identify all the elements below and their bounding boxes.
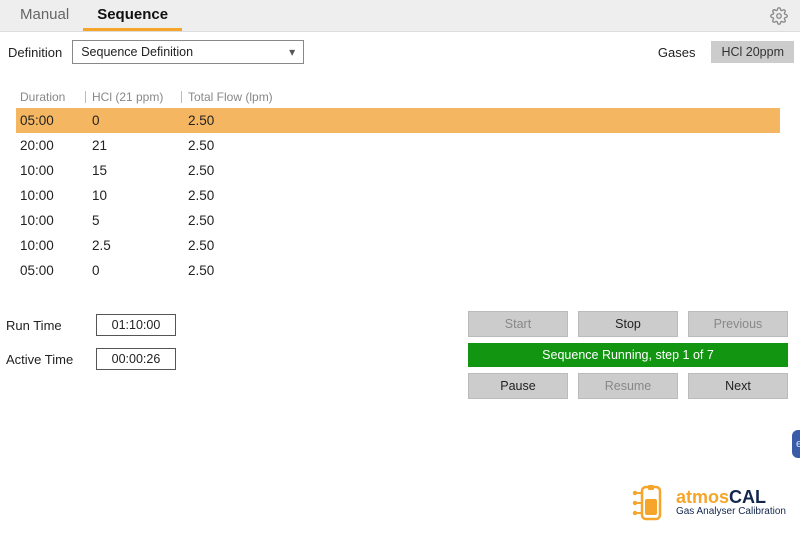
cell-hcl: 15: [92, 163, 188, 178]
cell-duration: 10:00: [16, 238, 92, 253]
tab-manual[interactable]: Manual: [6, 0, 83, 31]
cell-flow: 2.50: [188, 163, 298, 178]
resume-button[interactable]: Resume: [578, 373, 678, 399]
status-bar: Sequence Running, step 1 of 7: [468, 343, 788, 367]
cell-hcl: 0: [92, 263, 188, 278]
table-row[interactable]: 20:00212.50: [16, 133, 780, 158]
brand-logo: atmosCAL Gas Analyser Calibration: [628, 483, 786, 523]
pause-button[interactable]: Pause: [468, 373, 568, 399]
brand-name-b: CAL: [729, 487, 766, 507]
table-header: Duration HCl (21 ppm) Total Flow (lpm): [16, 86, 780, 108]
sequence-table: Duration HCl (21 ppm) Total Flow (lpm) 0…: [16, 86, 780, 283]
cell-duration: 10:00: [16, 188, 92, 203]
cell-hcl: 21: [92, 138, 188, 153]
cell-duration: 10:00: [16, 163, 92, 178]
brand-logo-icon: [628, 483, 668, 523]
brand-logo-text: atmosCAL Gas Analyser Calibration: [676, 488, 786, 517]
brand-subtitle: Gas Analyser Calibration: [676, 507, 786, 518]
table-row[interactable]: 05:0002.50: [16, 108, 780, 133]
cell-hcl: 5: [92, 213, 188, 228]
side-tab[interactable]: e: [792, 430, 800, 458]
table-row[interactable]: 10:0052.50: [16, 208, 780, 233]
gases-label: Gases: [658, 45, 696, 60]
col-header-flow[interactable]: Total Flow (lpm): [188, 90, 298, 104]
cell-hcl: 2.5: [92, 238, 188, 253]
col-header-duration[interactable]: Duration: [16, 90, 92, 104]
stop-button[interactable]: Stop: [578, 311, 678, 337]
cell-duration: 05:00: [16, 113, 92, 128]
table-row[interactable]: 05:0002.50: [16, 258, 780, 283]
gear-icon[interactable]: [770, 7, 788, 25]
timer-panel: Run Time 01:10:00 Active Time 00:00:26: [6, 311, 176, 405]
start-button[interactable]: Start: [468, 311, 568, 337]
table-row[interactable]: 10:002.52.50: [16, 233, 780, 258]
col-header-hcl[interactable]: HCl (21 ppm): [92, 90, 188, 104]
active-time-label: Active Time: [6, 352, 96, 367]
cell-flow: 2.50: [188, 213, 298, 228]
cell-flow: 2.50: [188, 238, 298, 253]
run-time-label: Run Time: [6, 318, 96, 333]
next-button[interactable]: Next: [688, 373, 788, 399]
cell-hcl: 10: [92, 188, 188, 203]
run-time-value[interactable]: 01:10:00: [96, 314, 176, 336]
cell-hcl: 0: [92, 113, 188, 128]
controls-row: Run Time 01:10:00 Active Time 00:00:26 S…: [0, 311, 800, 405]
cell-duration: 05:00: [16, 263, 92, 278]
table-body: 05:0002.5020:00212.5010:00152.5010:00102…: [16, 108, 780, 283]
definition-row: Definition Sequence Definition ▾ Gases H…: [0, 32, 800, 70]
cell-flow: 2.50: [188, 188, 298, 203]
cell-duration: 10:00: [16, 213, 92, 228]
cell-flow: 2.50: [188, 263, 298, 278]
table-row[interactable]: 10:00102.50: [16, 183, 780, 208]
active-time-value[interactable]: 00:00:26: [96, 348, 176, 370]
button-panel: Start Stop Previous Sequence Running, st…: [468, 311, 788, 405]
tab-sequence[interactable]: Sequence: [83, 0, 182, 31]
gas-chip[interactable]: HCl 20ppm: [711, 41, 794, 63]
brand-name-a: atmos: [676, 487, 729, 507]
definition-label: Definition: [8, 45, 62, 60]
table-row[interactable]: 10:00152.50: [16, 158, 780, 183]
cell-flow: 2.50: [188, 113, 298, 128]
cell-duration: 20:00: [16, 138, 92, 153]
cell-flow: 2.50: [188, 138, 298, 153]
definition-select[interactable]: Sequence Definition ▾: [72, 40, 304, 64]
chevron-down-icon: ▾: [289, 45, 295, 59]
tab-bar: Manual Sequence: [0, 0, 800, 32]
previous-button[interactable]: Previous: [688, 311, 788, 337]
definition-select-value: Sequence Definition: [81, 45, 193, 59]
